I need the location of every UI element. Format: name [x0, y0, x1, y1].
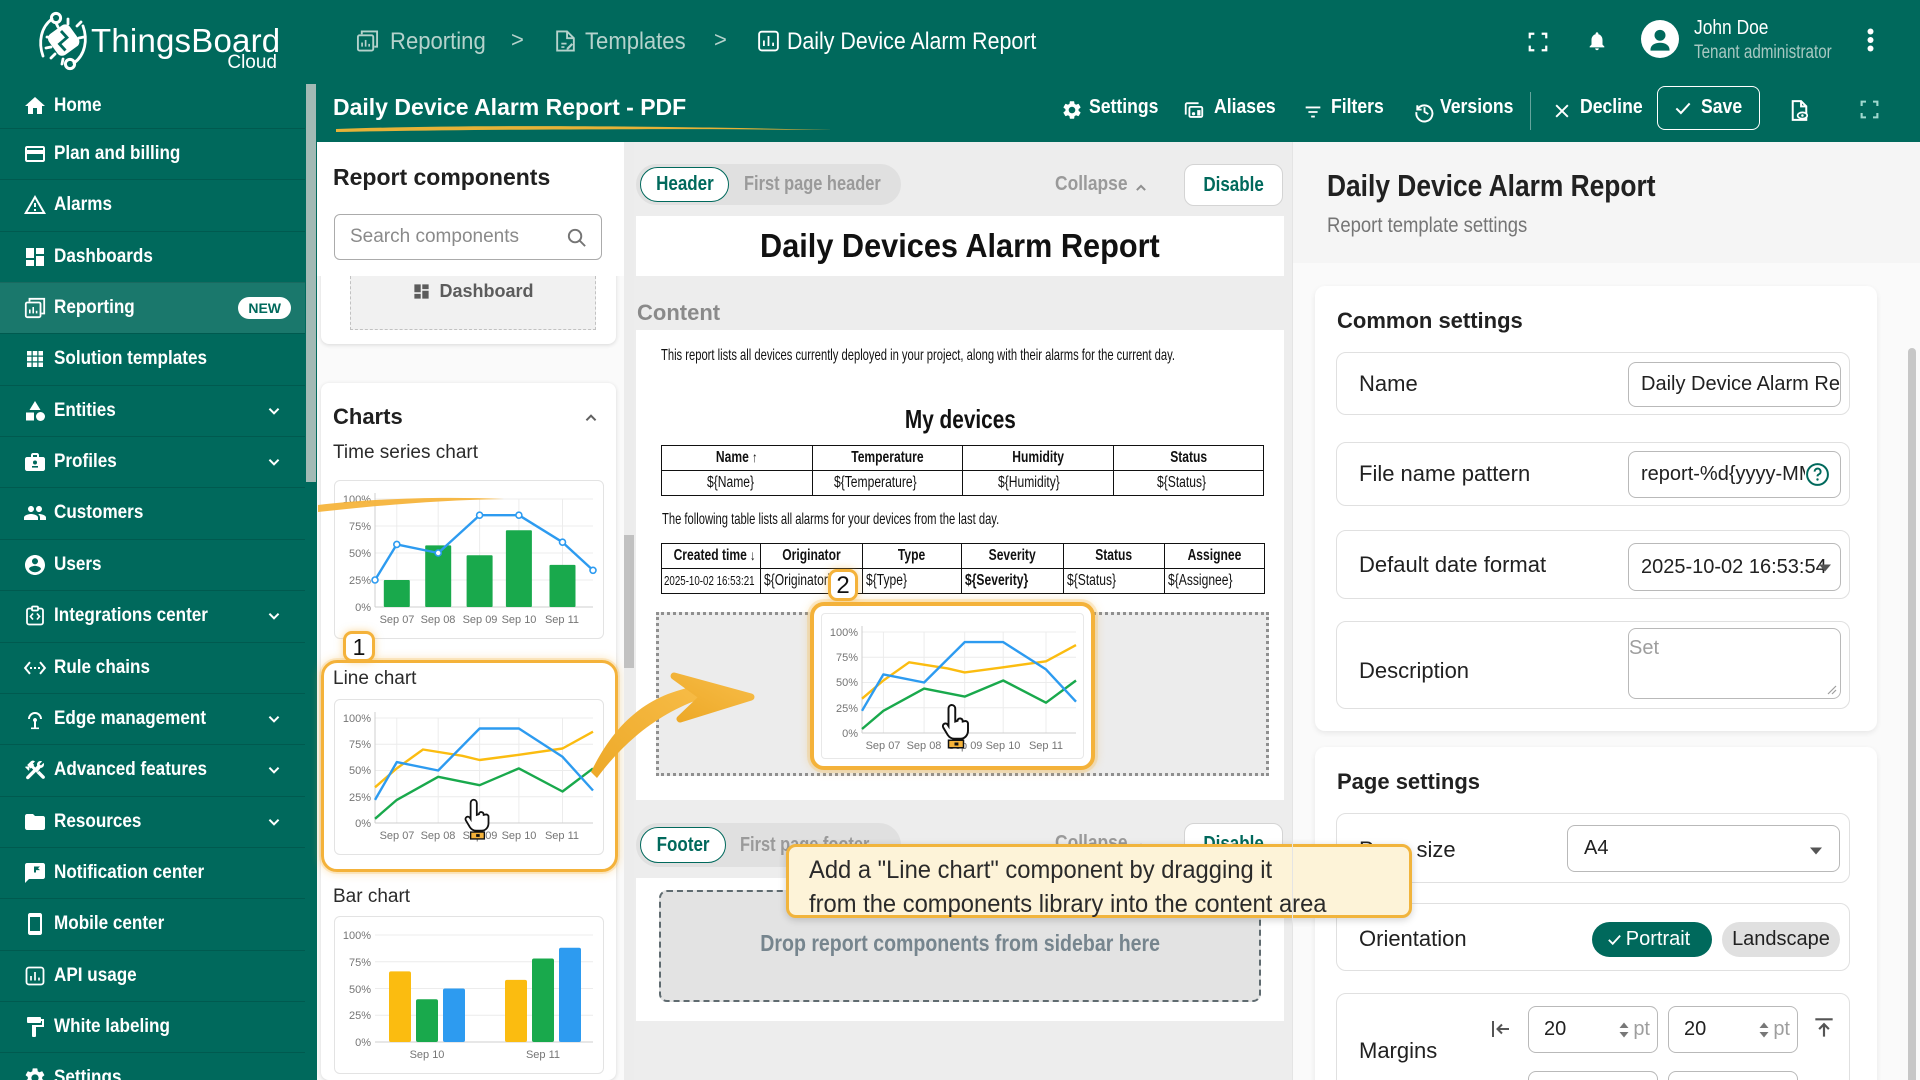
svg-text:Sep 09: Sep 09	[948, 740, 983, 752]
svg-text:Sep 10: Sep 10	[986, 740, 1021, 752]
svg-text:Sep 09: Sep 09	[463, 614, 498, 626]
svg-text:75%: 75%	[349, 957, 371, 969]
svg-text:25%: 25%	[836, 703, 858, 715]
svg-text:Sep 10: Sep 10	[410, 1049, 445, 1061]
svg-text:100%: 100%	[343, 494, 371, 506]
svg-text:Sep 11: Sep 11	[545, 614, 579, 626]
svg-text:50%: 50%	[349, 548, 371, 560]
svg-text:100%: 100%	[830, 627, 858, 639]
svg-text:Sep 11: Sep 11	[526, 1049, 560, 1061]
svg-text:Sep 07: Sep 07	[866, 740, 901, 752]
svg-text:75%: 75%	[836, 652, 858, 664]
svg-text:100%: 100%	[343, 930, 371, 942]
svg-text:25%: 25%	[349, 575, 371, 587]
svg-text:50%: 50%	[349, 984, 371, 996]
svg-text:50%: 50%	[836, 677, 858, 689]
svg-text:25%: 25%	[349, 1010, 371, 1022]
svg-text:0%: 0%	[355, 1037, 371, 1049]
svg-text:Sep 08: Sep 08	[907, 740, 942, 752]
svg-text:Sep 08: Sep 08	[421, 614, 456, 626]
svg-text:Sep 07: Sep 07	[380, 614, 415, 626]
svg-text:Sep 11: Sep 11	[1029, 740, 1063, 752]
svg-text:0%: 0%	[842, 728, 858, 740]
svg-text:0%: 0%	[355, 602, 371, 614]
svg-text:Sep 10: Sep 10	[502, 614, 537, 626]
svg-text:75%: 75%	[349, 521, 371, 533]
